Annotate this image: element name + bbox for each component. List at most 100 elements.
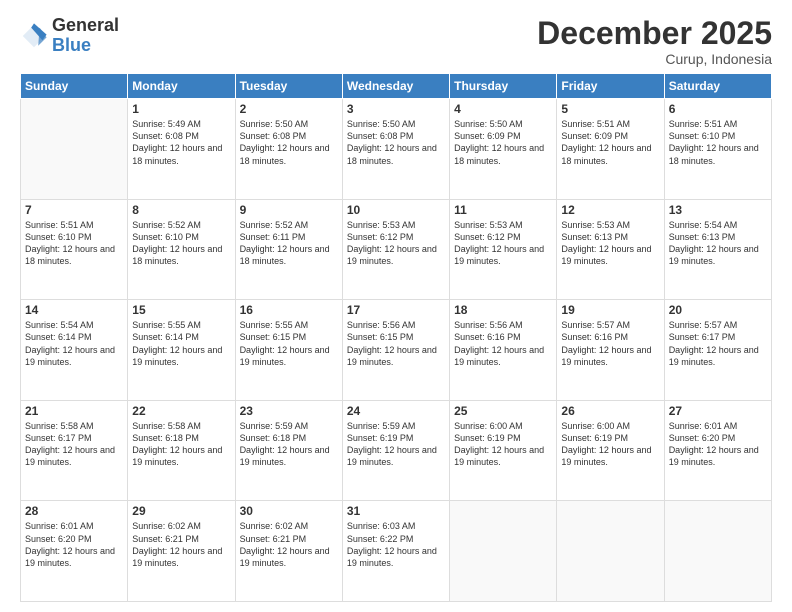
day-number: 24 — [347, 404, 445, 418]
day-number: 10 — [347, 203, 445, 217]
day-info: Sunrise: 5:54 AM Sunset: 6:14 PM Dayligh… — [25, 319, 123, 368]
day-info: Sunrise: 5:51 AM Sunset: 6:10 PM Dayligh… — [669, 118, 767, 167]
day-number: 28 — [25, 504, 123, 518]
logo-general: General — [52, 16, 119, 36]
day-number: 29 — [132, 504, 230, 518]
day-number: 12 — [561, 203, 659, 217]
day-number: 6 — [669, 102, 767, 116]
table-cell: 2Sunrise: 5:50 AM Sunset: 6:08 PM Daylig… — [235, 99, 342, 200]
day-info: Sunrise: 6:01 AM Sunset: 6:20 PM Dayligh… — [669, 420, 767, 469]
table-cell: 30 Sunrise: 6:02 AM Sunset: 6:21 PM Dayli… — [235, 501, 342, 602]
day-number: 15 — [132, 303, 230, 317]
day-number: 14 — [25, 303, 123, 317]
col-friday: Friday — [557, 74, 664, 99]
header: General Blue December 2025 Curup, Indone… — [20, 16, 772, 67]
table-cell — [664, 501, 771, 602]
day-number: 3 — [347, 102, 445, 116]
table-cell: 7Sunrise: 5:51 AM Sunset: 6:10 PM Daylig… — [21, 199, 128, 300]
table-cell: 14 Sunrise: 5:54 AM Sunset: 6:14 PM Dayli… — [21, 300, 128, 401]
col-sunday: Sunday — [21, 74, 128, 99]
day-number: 9 — [240, 203, 338, 217]
day-number: 27 — [669, 404, 767, 418]
day-number: 25 — [454, 404, 552, 418]
day-info: Sunrise: 5:49 AM Sunset: 6:08 PM Dayligh… — [132, 118, 230, 167]
table-row: 14 Sunrise: 5:54 AM Sunset: 6:14 PM Dayli… — [21, 300, 772, 401]
table-cell: 10 Sunrise: 5:53 AM Sunset: 6:12 PM Dayli… — [342, 199, 449, 300]
day-number: 1 — [132, 102, 230, 116]
table-cell: 18Sunrise: 5:56 AM Sunset: 6:16 PM Dayli… — [450, 300, 557, 401]
table-cell: 13 Sunrise: 5:54 AM Sunset: 6:13 PM Dayli… — [664, 199, 771, 300]
day-number: 26 — [561, 404, 659, 418]
table-cell: 29 Sunrise: 6:02 AM Sunset: 6:21 PM Dayli… — [128, 501, 235, 602]
day-info: Sunrise: 5:58 AM Sunset: 6:17 PM Dayligh… — [25, 420, 123, 469]
day-number: 5 — [561, 102, 659, 116]
day-info: Sunrise: 5:58 AM Sunset: 6:18 PM Dayligh… — [132, 420, 230, 469]
page: General Blue December 2025 Curup, Indone… — [0, 0, 792, 612]
table-cell: 12 Sunrise: 5:53 AM Sunset: 6:13 PM Dayli… — [557, 199, 664, 300]
day-number: 17 — [347, 303, 445, 317]
table-cell: 4Sunrise: 5:50 AM Sunset: 6:09 PM Daylig… — [450, 99, 557, 200]
logo: General Blue — [20, 16, 119, 56]
table-cell: 1 Sunrise: 5:49 AM Sunset: 6:08 PM Daylig… — [128, 99, 235, 200]
table-cell: 20Sunrise: 5:57 AM Sunset: 6:17 PM Dayli… — [664, 300, 771, 401]
day-info: Sunrise: 5:55 AM Sunset: 6:14 PM Dayligh… — [132, 319, 230, 368]
table-cell: 23 Sunrise: 5:59 AM Sunset: 6:18 PM Dayli… — [235, 400, 342, 501]
day-info: Sunrise: 6:02 AM Sunset: 6:21 PM Dayligh… — [240, 520, 338, 569]
table-cell: 17 Sunrise: 5:56 AM Sunset: 6:15 PM Dayli… — [342, 300, 449, 401]
day-number: 13 — [669, 203, 767, 217]
day-number: 2 — [240, 102, 338, 116]
table-cell: 22 Sunrise: 5:58 AM Sunset: 6:18 PM Dayli… — [128, 400, 235, 501]
table-row: 21 Sunrise: 5:58 AM Sunset: 6:17 PM Dayli… — [21, 400, 772, 501]
location-subtitle: Curup, Indonesia — [537, 51, 772, 67]
table-row: 7Sunrise: 5:51 AM Sunset: 6:10 PM Daylig… — [21, 199, 772, 300]
day-number: 21 — [25, 404, 123, 418]
col-saturday: Saturday — [664, 74, 771, 99]
calendar-table: Sunday Monday Tuesday Wednesday Thursday… — [20, 73, 772, 602]
table-cell: 3 Sunrise: 5:50 AM Sunset: 6:08 PM Daylig… — [342, 99, 449, 200]
day-info: Sunrise: 5:59 AM Sunset: 6:18 PM Dayligh… — [240, 420, 338, 469]
day-info: Sunrise: 6:00 AM Sunset: 6:19 PM Dayligh… — [454, 420, 552, 469]
table-cell: 5Sunrise: 5:51 AM Sunset: 6:09 PM Daylig… — [557, 99, 664, 200]
logo-blue: Blue — [52, 36, 119, 56]
day-info: Sunrise: 5:57 AM Sunset: 6:16 PM Dayligh… — [561, 319, 659, 368]
day-number: 11 — [454, 203, 552, 217]
day-info: Sunrise: 5:52 AM Sunset: 6:10 PM Dayligh… — [132, 219, 230, 268]
day-info: Sunrise: 5:57 AM Sunset: 6:17 PM Dayligh… — [669, 319, 767, 368]
table-cell: 15 Sunrise: 5:55 AM Sunset: 6:14 PM Dayli… — [128, 300, 235, 401]
table-cell: 16 Sunrise: 5:55 AM Sunset: 6:15 PM Dayli… — [235, 300, 342, 401]
day-number: 22 — [132, 404, 230, 418]
table-cell: 11 Sunrise: 5:53 AM Sunset: 6:12 PM Dayli… — [450, 199, 557, 300]
table-cell: 21 Sunrise: 5:58 AM Sunset: 6:17 PM Dayli… — [21, 400, 128, 501]
day-info: Sunrise: 5:50 AM Sunset: 6:09 PM Dayligh… — [454, 118, 552, 167]
table-cell: 31Sunrise: 6:03 AM Sunset: 6:22 PM Dayli… — [342, 501, 449, 602]
table-cell: 25 Sunrise: 6:00 AM Sunset: 6:19 PM Dayli… — [450, 400, 557, 501]
day-info: Sunrise: 5:51 AM Sunset: 6:10 PM Dayligh… — [25, 219, 123, 268]
day-number: 31 — [347, 504, 445, 518]
day-info: Sunrise: 5:53 AM Sunset: 6:12 PM Dayligh… — [347, 219, 445, 268]
calendar-header-row: Sunday Monday Tuesday Wednesday Thursday… — [21, 74, 772, 99]
day-info: Sunrise: 6:02 AM Sunset: 6:21 PM Dayligh… — [132, 520, 230, 569]
day-info: Sunrise: 5:56 AM Sunset: 6:16 PM Dayligh… — [454, 319, 552, 368]
table-cell: 9 Sunrise: 5:52 AM Sunset: 6:11 PM Daylig… — [235, 199, 342, 300]
day-info: Sunrise: 5:55 AM Sunset: 6:15 PM Dayligh… — [240, 319, 338, 368]
day-info: Sunrise: 5:54 AM Sunset: 6:13 PM Dayligh… — [669, 219, 767, 268]
col-wednesday: Wednesday — [342, 74, 449, 99]
day-info: Sunrise: 6:00 AM Sunset: 6:19 PM Dayligh… — [561, 420, 659, 469]
day-info: Sunrise: 5:52 AM Sunset: 6:11 PM Dayligh… — [240, 219, 338, 268]
table-cell: 8Sunrise: 5:52 AM Sunset: 6:10 PM Daylig… — [128, 199, 235, 300]
day-info: Sunrise: 5:59 AM Sunset: 6:19 PM Dayligh… — [347, 420, 445, 469]
table-cell: 26 Sunrise: 6:00 AM Sunset: 6:19 PM Dayli… — [557, 400, 664, 501]
day-number: 30 — [240, 504, 338, 518]
day-info: Sunrise: 5:50 AM Sunset: 6:08 PM Dayligh… — [347, 118, 445, 167]
title-block: December 2025 Curup, Indonesia — [537, 16, 772, 67]
day-info: Sunrise: 5:53 AM Sunset: 6:13 PM Dayligh… — [561, 219, 659, 268]
day-number: 16 — [240, 303, 338, 317]
col-thursday: Thursday — [450, 74, 557, 99]
day-info: Sunrise: 5:53 AM Sunset: 6:12 PM Dayligh… — [454, 219, 552, 268]
logo-icon — [20, 22, 48, 50]
table-cell — [21, 99, 128, 200]
table-cell: 6 Sunrise: 5:51 AM Sunset: 6:10 PM Daylig… — [664, 99, 771, 200]
day-number: 23 — [240, 404, 338, 418]
table-cell: 27 Sunrise: 6:01 AM Sunset: 6:20 PM Dayli… — [664, 400, 771, 501]
day-info: Sunrise: 5:56 AM Sunset: 6:15 PM Dayligh… — [347, 319, 445, 368]
